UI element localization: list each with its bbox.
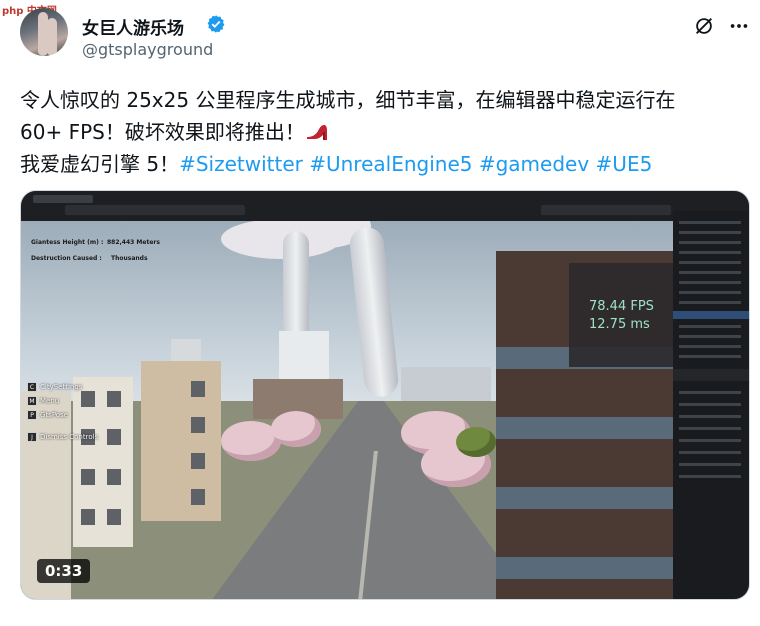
tweet-line-3-text: 我爱虚幻引擎 5！ (20, 152, 180, 176)
more-icon[interactable] (728, 15, 750, 37)
tweet-line-2-text: 60+ FPS！破坏效果即将推出！ (20, 120, 305, 144)
giantess-height-value: 882,443 Meters (107, 239, 160, 246)
tweet-line-3: 我爱虚幻引擎 5！#Sizetwitter #UnrealEngine5 #ga… (20, 148, 740, 180)
menu-item-menu[interactable]: M Menu (27, 390, 59, 406)
grok-icon[interactable] (693, 15, 715, 37)
editor-toolbar (21, 191, 749, 221)
giant-leg (283, 231, 309, 341)
high-heel-emoji (306, 125, 327, 140)
stats-panel (569, 263, 673, 367)
menu-item-dismiss-controls[interactable]: J Dismiss Controls (27, 426, 98, 442)
menu-item-gts-pose[interactable]: P GtsPose (27, 404, 68, 420)
verified-badge-icon (207, 15, 225, 33)
tweet-text: 令人惊叹的 25x25 公里程序生成城市，细节丰富，在编辑器中稳定运行在 60+… (20, 84, 740, 180)
hashtag-link[interactable]: #UnrealEngine5 (309, 152, 472, 176)
apartment-building (73, 377, 133, 547)
hashtag-link[interactable]: #gamedev (479, 152, 589, 176)
avatar[interactable] (20, 8, 68, 56)
hashtag-link[interactable]: #Sizetwitter (179, 152, 303, 176)
hashtag-link[interactable]: #UE5 (596, 152, 653, 176)
destruction-value: Thousands (111, 255, 148, 262)
menu-item-city-settings[interactable]: C CitySettings (27, 376, 82, 392)
tweet-line-1: 令人惊叹的 25x25 公里程序生成城市，细节丰富，在编辑器中稳定运行在 (20, 88, 676, 112)
video-player[interactable]: Giantess Height (m) : 882,443 Meters Des… (20, 190, 750, 600)
apartment-building (141, 361, 221, 521)
frame-time-readout: 12.75 ms (589, 317, 650, 332)
fps-readout: 78.44 FPS (589, 299, 654, 314)
destruction-label: Destruction Caused : (31, 255, 102, 262)
giantess-height-label: Giantess Height (m) : (31, 239, 104, 246)
author-name[interactable]: 女巨人游乐场 (82, 14, 184, 39)
author-handle[interactable]: @gtsplayground (82, 40, 213, 59)
video-duration-badge: 0:33 (37, 559, 91, 583)
tweet-line-2: 60+ FPS！破坏效果即将推出！ (20, 116, 740, 148)
outliner-panel (673, 211, 749, 599)
